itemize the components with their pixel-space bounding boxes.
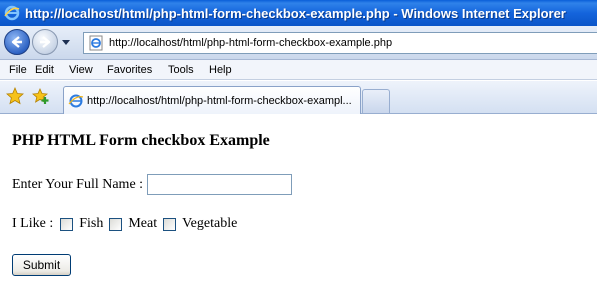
menu-favorites[interactable]: Favorites — [107, 64, 168, 76]
full-name-input[interactable] — [147, 174, 293, 195]
menu-tools[interactable]: Tools — [168, 64, 209, 76]
name-field-row: Enter Your Full Name : — [12, 174, 293, 195]
like-label: I Like : — [12, 216, 54, 231]
forward-arrow-icon — [40, 36, 51, 48]
new-tab-button[interactable] — [362, 89, 390, 113]
add-favorite-icon[interactable] — [32, 87, 50, 105]
back-button[interactable] — [4, 29, 30, 55]
address-url[interactable]: http://localhost/html/php-html-form-chec… — [109, 37, 392, 49]
like-row: I Like : Fish Meat Vegetable — [12, 216, 237, 232]
back-arrow-icon — [11, 36, 22, 48]
page-heading: PHP HTML Form checkbox Example — [12, 132, 270, 149]
vegetable-checkbox[interactable] — [163, 217, 177, 231]
tab-page-icon — [68, 93, 84, 109]
window-title-bar[interactable]: http://localhost/html/php-html-form-chec… — [0, 0, 597, 26]
fish-checkbox[interactable] — [60, 217, 74, 231]
submit-button[interactable]: Submit — [12, 254, 71, 276]
ie-logo-icon — [4, 5, 20, 21]
page-icon — [88, 35, 104, 51]
tab-active[interactable]: http://localhost/html/php-html-form-chec… — [63, 86, 361, 114]
meat-checkbox[interactable] — [109, 217, 123, 231]
fish-label[interactable]: Fish — [79, 216, 103, 232]
meat-label[interactable]: Meat — [128, 216, 157, 232]
menu-view[interactable]: View — [69, 64, 107, 76]
forward-button[interactable] — [32, 29, 58, 55]
tab-bar: http://localhost/html/php-html-form-chec… — [0, 81, 597, 114]
favorites-star-icon[interactable] — [6, 87, 24, 105]
vegetable-label[interactable]: Vegetable — [182, 216, 237, 232]
history-dropdown-icon[interactable] — [62, 38, 70, 46]
menu-help[interactable]: Help — [209, 64, 232, 76]
tab-label: http://localhost/html/php-html-form-chec… — [87, 94, 352, 107]
address-bar[interactable]: http://localhost/html/php-html-form-chec… — [83, 32, 597, 54]
menu-file[interactable]: File — [0, 64, 35, 76]
page-content: PHP HTML Form checkbox Example Enter You… — [0, 115, 597, 298]
name-label: Enter Your Full Name : — [12, 176, 144, 192]
menu-bar: File Edit View Favorites Tools Help — [0, 60, 597, 80]
address-toolbar: http://localhost/html/php-html-form-chec… — [0, 26, 597, 60]
menu-edit[interactable]: Edit — [35, 64, 69, 76]
window-title: http://localhost/html/php-html-form-chec… — [25, 5, 566, 21]
